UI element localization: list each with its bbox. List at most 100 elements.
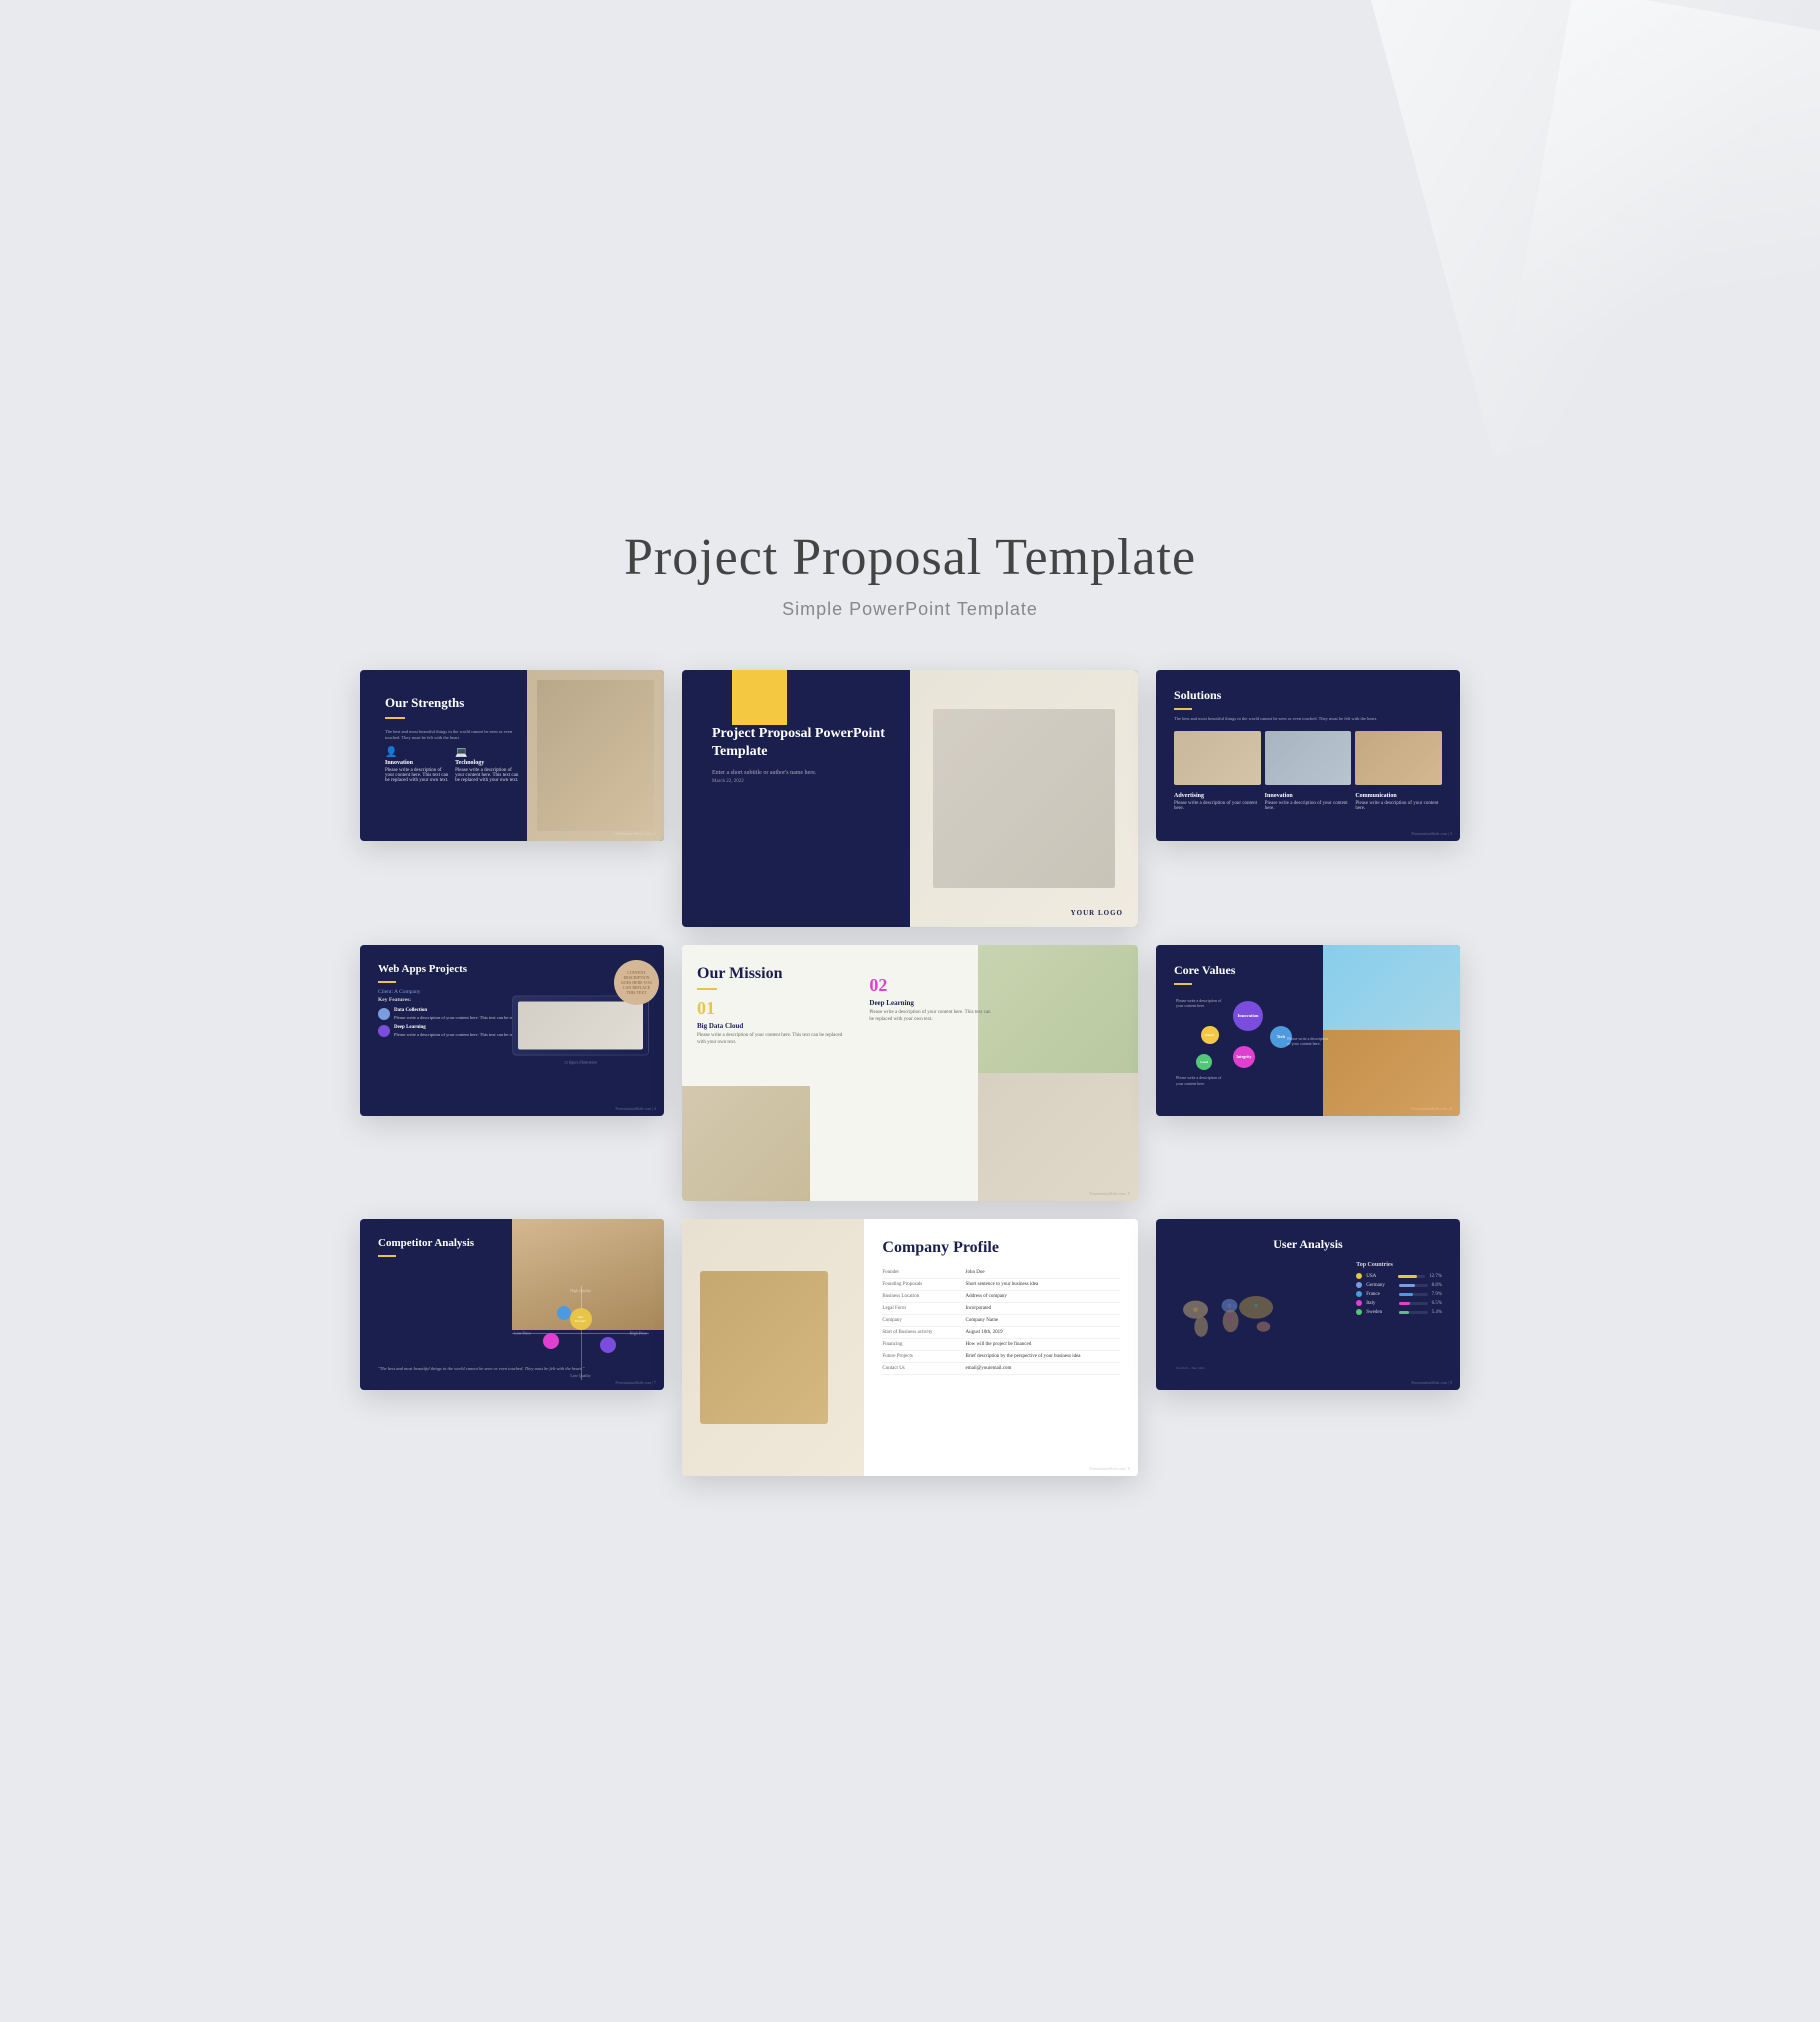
communication-name: Communication (1355, 793, 1442, 799)
solutions-title: Solutions (1174, 688, 1442, 703)
page-num-8: PresentationSlide.com | 8 (1089, 1466, 1130, 1471)
useranalysis-title: User Analysis (1174, 1237, 1442, 1252)
comp-dot-our: OurProduct (570, 1308, 592, 1330)
technology-icon: 💻 (455, 747, 520, 758)
corevalues-photo (1323, 945, 1460, 1116)
beige-circle-text: CONTENT DESCRIPTION GOES HERE YOU CAN RE… (614, 965, 659, 1000)
corevalues-bubbles: Innovation Tech Integrity Excel Lead Ple… (1174, 996, 1321, 1086)
mission-item-01: 01 Big Data Cloud Please write a descrip… (697, 998, 849, 1047)
proposal-subtitle: Enter a short subtitle or author's name … (712, 770, 907, 776)
cp-value-legal: Incorporated (966, 1306, 1120, 1311)
webapps-client: Client: A Company (378, 989, 646, 995)
world-map-svg (1174, 1262, 1287, 1372)
cp-row-location: Business Location Address of company (882, 1291, 1120, 1303)
cp-row-founding: Founding Proposals Short sentence to you… (882, 1279, 1120, 1291)
ua-bar-france-container (1399, 1293, 1428, 1296)
cp-value-founder: John Doe (966, 1270, 1120, 1275)
mission-item-02-wrapper: 02 Deep Learning Please write a descript… (869, 960, 996, 1024)
mission-photo-2 (978, 1073, 1138, 1201)
slide-strengths[interactable]: Our Strengths The best and most beautifu… (360, 670, 664, 841)
proposal-title: Project Proposal PowerPoint Template (712, 725, 907, 761)
cp-value-location: Address of company (966, 1294, 1120, 1299)
cp-label-legal: Legal Form (882, 1306, 965, 1311)
mission-item-02: 02 Deep Learning Please write a descript… (869, 975, 996, 1024)
slide-company[interactable]: Company Profile Founder John Doe Foundin… (682, 1219, 1138, 1476)
sol-item-advertising: Advertising Please write a description o… (1174, 793, 1261, 811)
bubble-excellence: Excel (1201, 1026, 1219, 1044)
feature-technology: 💻 Technology Please write a description … (455, 747, 520, 783)
cp-label-founder: Founder (882, 1270, 965, 1275)
ua-percent-italy: 6.5% (1432, 1301, 1442, 1306)
ua-percent-usa: 12.7% (1429, 1274, 1442, 1279)
advertising-desc: Please write a description of your conte… (1174, 801, 1261, 811)
slide-useranalysis[interactable]: User Analysis (1156, 1219, 1460, 1390)
slide-corevalues[interactable]: Core Values Innovation Tech Integrity Ex… (1156, 945, 1460, 1116)
features-grid: 👤 Innovation Please write a description … (385, 747, 520, 783)
mission-num-01: 01 (697, 998, 849, 1019)
bubble-innovation: Innovation (1233, 1001, 1263, 1031)
ua-bar-germany (1399, 1284, 1415, 1287)
proposal-content: Project Proposal PowerPoint Template Ent… (707, 720, 912, 788)
page-num-5: PresentationSlide.com | 5 (1089, 1191, 1130, 1196)
cp-label-contact: Contact Us (882, 1366, 965, 1371)
chart-label-top: High Quality (570, 1288, 591, 1293)
ua-country-germany: Germany (1366, 1283, 1395, 1288)
feature-innovation: 👤 Innovation Please write a description … (385, 747, 450, 783)
chart-label-right: High Price (630, 1331, 647, 1336)
proposal-photo (910, 670, 1138, 927)
cv-label-3: Please write a description of your conte… (1176, 1075, 1228, 1085)
proposal-date: March 22, 2022 (712, 779, 907, 784)
beige-circle: CONTENT DESCRIPTION GOES HERE YOU CAN RE… (614, 960, 659, 1005)
company-content: Company Profile Founder John Doe Foundin… (864, 1219, 1138, 1476)
cp-row-financing: Financing How will the project be financ… (882, 1339, 1120, 1351)
slide-solutions[interactable]: Solutions The best and most beautiful th… (1156, 670, 1460, 841)
sol-innovation-desc: Please write a description of your conte… (1265, 801, 1352, 811)
ua-percent-france: 7.9% (1432, 1292, 1442, 1297)
strengths-title: Our Strengths (385, 695, 520, 711)
page-subtitle: Simple PowerPoint Template (360, 599, 1460, 620)
ua-bar-italy-container (1399, 1302, 1428, 1305)
proposal-logo: YOUR LOGO (1071, 909, 1123, 917)
ua-country-france: France (1366, 1292, 1395, 1297)
ua-bar-usa (1398, 1275, 1417, 1278)
cp-value-contact: email@youremail.com (966, 1366, 1120, 1371)
slide-competitor[interactable]: Competitor Analysis "The best and most b… (360, 1219, 664, 1390)
sol-photo-3 (1355, 731, 1442, 785)
page-wrapper: Project Proposal Template Simple PowerPo… (360, 528, 1460, 1494)
competitor-underline (378, 1255, 396, 1257)
innovation-name: Innovation (385, 760, 450, 766)
slide-proposal[interactable]: Project Proposal PowerPoint Template Ent… (682, 670, 1138, 927)
mission-desc-02: Please write a description of your conte… (869, 1009, 996, 1024)
ua-bar-italy (1399, 1302, 1410, 1305)
slide-strengths-content: Our Strengths The best and most beautifu… (380, 690, 525, 788)
cp-label-company: Company (882, 1318, 965, 1323)
innovation-icon: 👤 (385, 747, 450, 758)
cp-label-financing: Financing (882, 1342, 965, 1347)
cp-row-company: Company Company Name (882, 1315, 1120, 1327)
comp-dot-1 (543, 1333, 559, 1349)
company-photo (682, 1219, 864, 1476)
bubble-integrity: Integrity (1233, 1046, 1255, 1068)
comp-dot-2 (600, 1337, 616, 1353)
ua-row-usa: USA 12.7% (1356, 1273, 1442, 1279)
ua-country-italy: Italy (1366, 1301, 1395, 1306)
chart-label-bottom: Low Quality (570, 1373, 590, 1378)
slide-webapps[interactable]: Web Apps Projects Client: A Company Key … (360, 945, 664, 1116)
strengths-photo (527, 670, 664, 841)
chart-axis-v (581, 1286, 582, 1380)
cp-label-founding: Founding Proposals (882, 1282, 965, 1287)
slide-mission[interactable]: Our Mission 01 Big Data Cloud Please wri… (682, 945, 1138, 1202)
solutions-desc: The best and most beautiful things in th… (1174, 716, 1442, 722)
cv-label-1: Please write a description of your conte… (1176, 998, 1228, 1008)
mission-photo-1 (978, 945, 1138, 1073)
page-num-1: PresentationSlide.com | 1 (615, 831, 656, 836)
mission-name-02: Deep Learning (869, 999, 996, 1007)
corevalues-underline (1174, 983, 1192, 985)
mission-center: 02 Deep Learning Please write a descript… (864, 945, 1001, 1202)
cp-row-contact: Contact Us email@youremail.com (882, 1363, 1120, 1375)
ua-bar-usa-container (1398, 1275, 1425, 1278)
ua-legend-title: Top Countries (1356, 1262, 1442, 1268)
competitor-chart: High Quality Low Quality Low Price High … (512, 1286, 649, 1380)
cp-row-start: Start of Business activity August 10th, … (882, 1327, 1120, 1339)
page-title: Project Proposal Template (360, 528, 1460, 587)
